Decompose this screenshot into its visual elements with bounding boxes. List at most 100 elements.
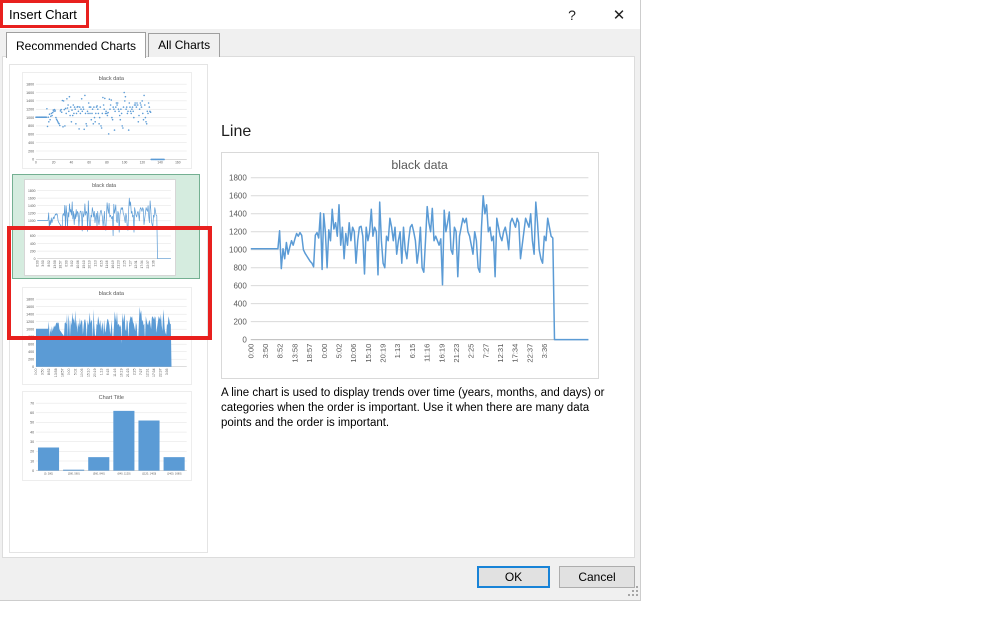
svg-text:1000: 1000 bbox=[26, 116, 34, 120]
svg-text:12:31: 12:31 bbox=[146, 368, 150, 377]
svg-text:200: 200 bbox=[28, 358, 34, 362]
svg-text:140: 140 bbox=[157, 161, 163, 165]
tab-all-charts[interactable]: All Charts bbox=[148, 33, 220, 57]
svg-text:600: 600 bbox=[28, 133, 34, 137]
ok-button[interactable]: OK bbox=[477, 566, 550, 588]
preview-chart-type-heading: Line bbox=[221, 123, 251, 141]
svg-text:8:52: 8:52 bbox=[47, 368, 51, 375]
svg-text:10:06: 10:06 bbox=[80, 368, 84, 377]
svg-text:22:37: 22:37 bbox=[159, 368, 163, 377]
svg-text:30: 30 bbox=[30, 440, 34, 444]
svg-text:100: 100 bbox=[122, 161, 128, 165]
resize-grip[interactable] bbox=[628, 586, 639, 597]
cancel-button[interactable]: Cancel bbox=[559, 566, 635, 588]
svg-text:1000: 1000 bbox=[28, 219, 36, 223]
svg-text:black data: black data bbox=[99, 291, 125, 297]
svg-text:800: 800 bbox=[28, 335, 34, 339]
svg-text:80: 80 bbox=[105, 161, 109, 165]
svg-text:11:16: 11:16 bbox=[113, 368, 117, 376]
dialog-title: Insert Chart bbox=[9, 7, 77, 22]
svg-text:15:10: 15:10 bbox=[364, 344, 373, 363]
area-chart-image: 020040060080010001200140016001800black d… bbox=[23, 288, 191, 384]
svg-text:50: 50 bbox=[30, 421, 34, 425]
svg-text:3:50: 3:50 bbox=[41, 260, 45, 266]
svg-text:0: 0 bbox=[32, 158, 34, 162]
svg-text:6:15: 6:15 bbox=[408, 344, 417, 359]
svg-text:16:19: 16:19 bbox=[437, 344, 446, 363]
svg-text:10:06: 10:06 bbox=[349, 344, 358, 363]
recommended-charts-page: 020040060080010001200140016001800black d… bbox=[2, 56, 635, 558]
svg-text:200: 200 bbox=[30, 249, 36, 253]
svg-text:0: 0 bbox=[32, 469, 34, 473]
svg-text:120: 120 bbox=[140, 161, 146, 165]
thumbnail-histogram-chart[interactable]: 010203040506070Chart Title[0, 280](280, … bbox=[22, 391, 192, 481]
svg-text:7:27: 7:27 bbox=[139, 368, 143, 375]
svg-text:0: 0 bbox=[35, 161, 37, 165]
svg-text:800: 800 bbox=[233, 264, 247, 273]
svg-text:1:13: 1:13 bbox=[393, 344, 402, 359]
svg-text:17:34: 17:34 bbox=[140, 260, 144, 268]
svg-text:22:37: 22:37 bbox=[525, 344, 534, 363]
svg-text:1200: 1200 bbox=[28, 211, 36, 215]
svg-text:3:36: 3:36 bbox=[165, 368, 169, 375]
svg-text:70: 70 bbox=[30, 401, 34, 405]
svg-text:1000: 1000 bbox=[26, 327, 34, 331]
svg-text:1:13: 1:13 bbox=[100, 368, 104, 375]
svg-text:400: 400 bbox=[30, 242, 36, 246]
svg-text:11:16: 11:16 bbox=[105, 260, 109, 268]
svg-text:1200: 1200 bbox=[229, 228, 247, 237]
svg-text:60: 60 bbox=[30, 411, 34, 415]
svg-text:1400: 1400 bbox=[229, 210, 247, 219]
svg-text:1200: 1200 bbox=[26, 108, 34, 112]
svg-text:17:34: 17:34 bbox=[152, 368, 156, 377]
svg-text:1800: 1800 bbox=[26, 82, 34, 86]
svg-text:3:36: 3:36 bbox=[152, 260, 156, 266]
svg-text:40: 40 bbox=[70, 161, 74, 165]
svg-text:3:50: 3:50 bbox=[261, 344, 270, 359]
svg-text:0:00: 0:00 bbox=[35, 260, 39, 266]
svg-text:8:52: 8:52 bbox=[276, 344, 285, 359]
svg-text:22:37: 22:37 bbox=[146, 260, 150, 268]
svg-text:(1120, 1400]: (1120, 1400] bbox=[142, 472, 157, 476]
svg-text:1600: 1600 bbox=[28, 196, 36, 200]
svg-text:18:57: 18:57 bbox=[59, 260, 63, 268]
svg-text:1800: 1800 bbox=[229, 174, 247, 183]
svg-text:0:00: 0:00 bbox=[64, 260, 68, 266]
svg-text:12:31: 12:31 bbox=[496, 344, 505, 363]
line-chart-image: 020040060080010001200140016001800black d… bbox=[25, 180, 175, 275]
svg-text:60: 60 bbox=[87, 161, 91, 165]
chart-thumbnail-list: 020040060080010001200140016001800black d… bbox=[9, 64, 208, 553]
svg-text:400: 400 bbox=[233, 300, 247, 309]
svg-text:3:50: 3:50 bbox=[41, 368, 45, 375]
tab-recommended-charts[interactable]: Recommended Charts bbox=[6, 32, 146, 58]
svg-text:13:58: 13:58 bbox=[290, 344, 299, 363]
svg-text:1800: 1800 bbox=[28, 189, 36, 193]
thumbnail-line-chart-selected[interactable]: 020040060080010001200140016001800black d… bbox=[12, 174, 200, 279]
svg-text:Chart Title: Chart Title bbox=[99, 395, 124, 401]
close-icon[interactable]: ✕ bbox=[602, 0, 636, 29]
svg-text:5:02: 5:02 bbox=[70, 260, 74, 266]
svg-text:1:13: 1:13 bbox=[93, 260, 97, 266]
svg-text:600: 600 bbox=[30, 234, 36, 238]
svg-text:black data: black data bbox=[99, 76, 125, 82]
dialog-titlebar[interactable]: Insert Chart ? ✕ bbox=[0, 0, 640, 29]
svg-text:black data: black data bbox=[391, 158, 448, 172]
svg-text:15:10: 15:10 bbox=[82, 260, 86, 268]
svg-text:7:27: 7:27 bbox=[481, 344, 490, 359]
svg-text:200: 200 bbox=[233, 318, 247, 327]
svg-text:1600: 1600 bbox=[229, 192, 247, 201]
svg-text:12:31: 12:31 bbox=[134, 260, 138, 268]
svg-text:0:00: 0:00 bbox=[320, 344, 329, 359]
thumbnail-area-chart[interactable]: 020040060080010001200140016001800black d… bbox=[22, 287, 192, 385]
thumbnail-scatter-chart[interactable]: 020040060080010001200140016001800black d… bbox=[22, 72, 192, 169]
help-button[interactable]: ? bbox=[557, 0, 587, 29]
svg-text:(280, 560]: (280, 560] bbox=[68, 472, 80, 476]
svg-text:1000: 1000 bbox=[229, 246, 247, 255]
svg-text:21:23: 21:23 bbox=[452, 344, 461, 363]
tab-strip: Recommended Charts All Charts bbox=[6, 31, 220, 57]
svg-text:6:15: 6:15 bbox=[99, 260, 103, 266]
svg-text:18:57: 18:57 bbox=[60, 368, 64, 377]
svg-text:0:00: 0:00 bbox=[67, 368, 71, 375]
svg-text:5:02: 5:02 bbox=[334, 344, 343, 359]
svg-text:600: 600 bbox=[233, 282, 247, 291]
